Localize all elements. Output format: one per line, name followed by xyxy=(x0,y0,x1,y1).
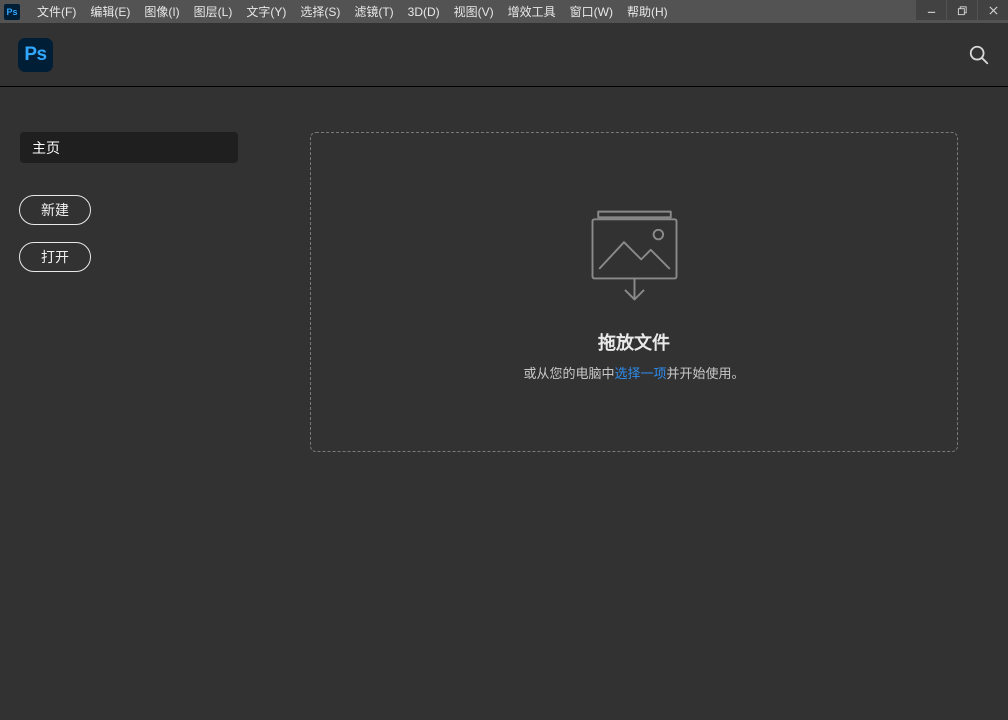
menu-filter[interactable]: 滤镜(T) xyxy=(347,0,400,23)
menu-layer[interactable]: 图层(L) xyxy=(187,0,240,23)
ps-logo[interactable]: Ps xyxy=(18,38,53,72)
menu-window[interactable]: 窗口(W) xyxy=(563,0,620,23)
minimize-icon xyxy=(926,5,937,16)
sidebar: 主页 新建 打开 xyxy=(0,87,240,720)
search-button[interactable] xyxy=(968,44,990,66)
menu-type[interactable]: 文字(Y) xyxy=(239,0,293,23)
drop-file-icon xyxy=(582,203,687,311)
new-button[interactable]: 新建 xyxy=(19,195,91,225)
menu-file[interactable]: 文件(F) xyxy=(30,0,83,23)
maximize-button[interactable] xyxy=(947,0,977,20)
minimize-button[interactable] xyxy=(916,0,946,20)
drop-sub-suffix: 并开始使用。 xyxy=(667,366,745,381)
home-tab-label: 主页 xyxy=(32,138,60,158)
close-button[interactable] xyxy=(978,0,1008,20)
menu-edit[interactable]: 编辑(E) xyxy=(83,0,137,23)
new-button-label: 新建 xyxy=(41,200,69,220)
menu-image[interactable]: 图像(I) xyxy=(137,0,186,23)
subheader: Ps xyxy=(0,23,1008,87)
menu-plugins[interactable]: 增效工具 xyxy=(501,0,563,23)
drop-zone[interactable]: 拖放文件 或从您的电脑中选择一项并开始使用。 xyxy=(310,132,958,452)
drop-sub-prefix: 或从您的电脑中 xyxy=(523,366,614,381)
window-controls xyxy=(915,0,1008,20)
open-button-label: 打开 xyxy=(41,247,69,267)
main-area: 主页 新建 打开 xyxy=(0,87,1008,720)
open-button[interactable]: 打开 xyxy=(19,242,91,272)
drop-subtitle: 或从您的电脑中选择一项并开始使用。 xyxy=(523,363,744,382)
menu-view[interactable]: 视图(V) xyxy=(447,0,501,23)
home-tab[interactable]: 主页 xyxy=(20,132,238,163)
menubar-ps-icon: Ps xyxy=(4,4,20,20)
drop-title: 拖放文件 xyxy=(598,329,670,355)
search-icon xyxy=(968,44,990,66)
sidebar-buttons: 新建 打开 xyxy=(19,195,220,272)
close-icon xyxy=(988,5,999,16)
drop-select-link[interactable]: 选择一项 xyxy=(614,366,666,381)
maximize-icon xyxy=(957,5,968,16)
menu-bar: Ps 文件(F) 编辑(E) 图像(I) 图层(L) 文字(Y) 选择(S) 滤… xyxy=(0,0,1008,23)
content-area: 拖放文件 或从您的电脑中选择一项并开始使用。 xyxy=(240,87,1008,720)
menu-3d[interactable]: 3D(D) xyxy=(401,2,447,22)
menu-select[interactable]: 选择(S) xyxy=(293,0,347,23)
menu-help[interactable]: 帮助(H) xyxy=(620,0,675,23)
